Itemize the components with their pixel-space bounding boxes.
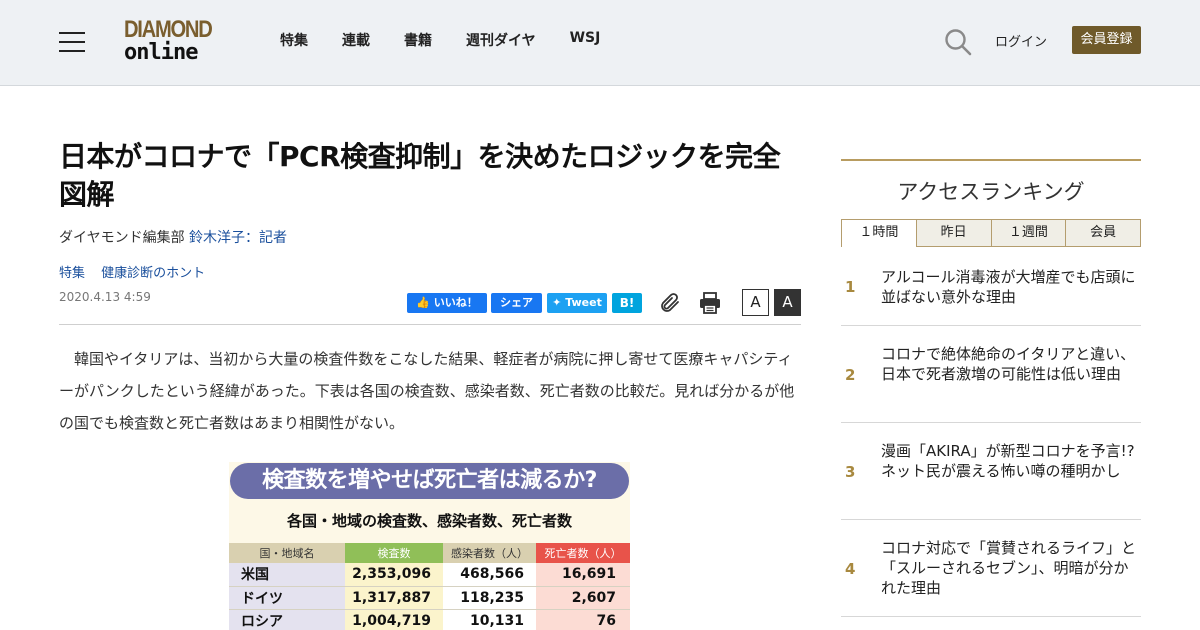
infographic-table: 国・地域名 検査数 感染者数（人） 死亡者数（人） 米国 2,353,096 4… xyxy=(229,543,630,630)
tweet-label: Tweet xyxy=(565,296,602,309)
article-tags: 特集 健康診断のホント xyxy=(59,262,217,281)
table-row: ロシア 1,004,719 10,131 76 xyxy=(229,609,630,630)
like-label: いいね！ xyxy=(433,296,478,309)
logo-wordmark-bottom: online xyxy=(124,40,198,65)
table-cell-cases: 118,235 xyxy=(443,586,536,610)
ranking-title-text: コロナで絶体絶命のイタリアと違い、日本で死者激増の可能性は低い理由 xyxy=(881,345,1136,383)
ranking-item-2[interactable]: 2 コロナで絶体絶命のイタリアと違い、日本で死者激増の可能性は低い理由 xyxy=(841,326,1141,423)
tweet-button[interactable]: ✦ Tweet xyxy=(547,293,607,313)
ranking-tabs: １時間 昨日 １週間 会員 xyxy=(841,219,1141,247)
table-cell-country: 米国 xyxy=(229,563,345,587)
table-row: 米国 2,353,096 468,566 16,691 xyxy=(229,563,630,587)
font-size-large-button[interactable]: A xyxy=(774,289,801,316)
tab-yesterday[interactable]: 昨日 xyxy=(915,219,992,247)
table-cell-deaths: 76 xyxy=(536,609,630,630)
tab-1-hour[interactable]: １時間 xyxy=(841,219,917,247)
publish-date: 2020.4.13 4:59 xyxy=(59,290,151,304)
login-link[interactable]: ログイン xyxy=(995,31,1047,50)
ranking-item-1[interactable]: 1 アルコール消毒液が大増産でも店頭に並ばない意外な理由 xyxy=(841,248,1141,326)
main-nav: 特集 連載 書籍 週刊ダイヤ WSJ xyxy=(280,30,634,52)
table-cell-country: ドイツ xyxy=(229,586,345,610)
author-line: ダイヤモンド編集部 鈴木洋子：記者 xyxy=(59,227,287,247)
ranking-title: アクセスランキング xyxy=(897,180,1085,204)
table-cell-tests: 2,353,096 xyxy=(345,563,443,587)
tag-features[interactable]: 特集 xyxy=(59,266,85,281)
body-paragraph: 韓国やイタリアは、当初から大量の検査件数をこなした結果、軽症者が病院に押し寄せて… xyxy=(59,350,795,432)
table-cell-cases: 10,131 xyxy=(443,609,536,630)
ranking-item-3[interactable]: 3 漫画「AKIRA」が新型コロナを予言!?ネット民が震える怖い噂の種明かし xyxy=(841,423,1141,520)
column-header-deaths: 死亡者数（人） xyxy=(536,543,630,563)
site-logo[interactable]: DIAMOND online xyxy=(124,18,228,66)
table-header-row: 国・地域名 検査数 感染者数（人） 死亡者数（人） xyxy=(229,543,630,563)
column-header-tests: 検査数 xyxy=(345,543,443,563)
infographic: 検査数を増やせば死亡者は減るか? 各国・地域の検査数、感染者数、死亡者数 国・地… xyxy=(229,462,630,630)
nav-item-features[interactable]: 特集 xyxy=(280,30,308,52)
infographic-subtitle: 各国・地域の検査数、感染者数、死亡者数 xyxy=(286,512,572,530)
column-header-cases: 感染者数（人） xyxy=(443,543,536,563)
ranking-number: 1 xyxy=(845,278,856,296)
author-department: ダイヤモンド編集部 xyxy=(59,230,185,246)
table-cell-cases: 468,566 xyxy=(443,563,536,587)
tab-1-week[interactable]: １週間 xyxy=(990,219,1067,247)
page: DIAMOND online 特集 連載 書籍 週刊ダイヤ WSJ ログイン 会… xyxy=(0,0,1200,630)
tab-members[interactable]: 会員 xyxy=(1065,219,1141,247)
nav-item-series[interactable]: 連載 xyxy=(342,30,370,52)
hamburger-icon[interactable] xyxy=(59,32,85,52)
nav-item-weekly-diamond[interactable]: 週刊ダイヤ xyxy=(466,30,536,52)
logo-wordmark-top: DIAMOND xyxy=(124,16,213,43)
nav-item-wsj[interactable]: WSJ xyxy=(570,30,601,52)
table-cell-tests: 1,317,887 xyxy=(345,586,443,610)
ranking-title-text: 漫画「AKIRA」が新型コロナを予言!?ネット民が震える怖い噂の種明かし xyxy=(881,442,1135,480)
register-button[interactable]: 会員登録 xyxy=(1072,26,1141,54)
ranking-number: 2 xyxy=(845,366,856,384)
table-row: ドイツ 1,317,887 118,235 2,607 xyxy=(229,586,630,610)
nav-item-books[interactable]: 書籍 xyxy=(404,30,432,52)
site-header: DIAMOND online 特集 連載 書籍 週刊ダイヤ WSJ ログイン 会… xyxy=(0,0,1200,86)
table-cell-tests: 1,004,719 xyxy=(345,609,443,630)
ranking-number: 4 xyxy=(845,560,856,578)
ranking-title-text: アルコール消毒液が大増産でも店頭に並ばない意外な理由 xyxy=(881,268,1136,306)
ranking-item-4[interactable]: 4 コロナ対応で「賞賛されるライフ」と「スルーされるセブン」、明暗が分かれた理由 xyxy=(841,520,1141,617)
article-title: 日本がコロナで「PCR検査抑制」を決めたロジックを完全図解 xyxy=(59,140,781,211)
sidebar-rule xyxy=(841,159,1141,161)
print-icon[interactable] xyxy=(698,291,722,315)
column-header-country: 国・地域名 xyxy=(229,543,345,563)
table-cell-country: ロシア xyxy=(229,609,345,630)
article-body: 韓国やイタリアは、当初から大量の検査件数をこなした結果、軽症者が病院に押し寄せて… xyxy=(59,343,801,439)
search-icon[interactable] xyxy=(944,28,972,56)
article-divider xyxy=(59,324,801,325)
tag-health-checkup[interactable]: 健康診断のホント xyxy=(101,266,205,281)
font-size-small-button[interactable]: A xyxy=(742,289,769,316)
facebook-like-button[interactable]: 👍 いいね！ xyxy=(407,293,487,313)
table-cell-deaths: 2,607 xyxy=(536,586,630,610)
clip-icon[interactable] xyxy=(658,291,682,315)
table-cell-deaths: 16,691 xyxy=(536,563,630,587)
ranking-title-text: コロナ対応で「賞賛されるライフ」と「スルーされるセブン」、明暗が分かれた理由 xyxy=(881,539,1137,597)
hatena-bookmark-button[interactable]: B! xyxy=(612,293,642,313)
ranking-number: 3 xyxy=(845,463,856,481)
infographic-title: 検査数を増やせば死亡者は減るか? xyxy=(230,463,629,499)
author-link[interactable]: 鈴木洋子：記者 xyxy=(189,230,287,246)
facebook-share-button[interactable]: シェア xyxy=(491,293,542,313)
